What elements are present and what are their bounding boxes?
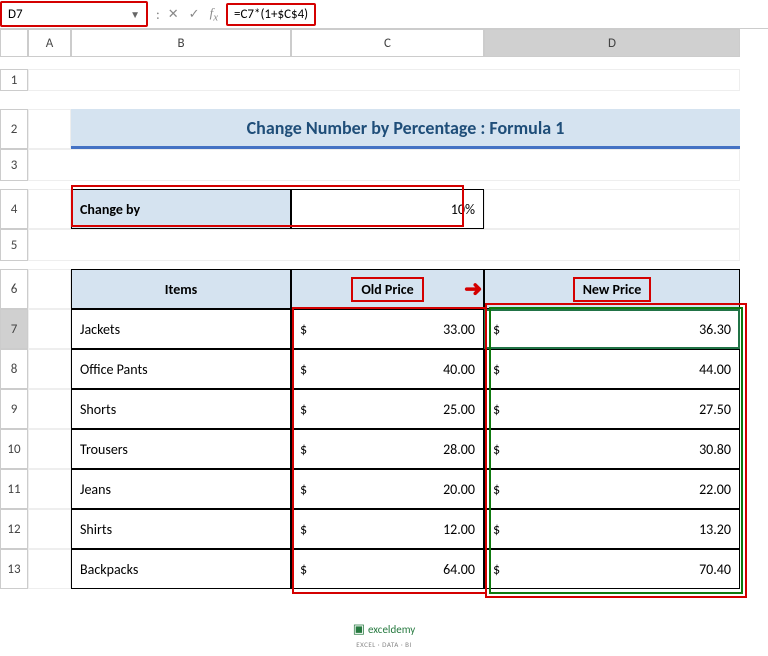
cell[interactable]	[28, 229, 740, 261]
cell[interactable]	[28, 309, 71, 349]
row-header-1[interactable]: 1	[0, 69, 28, 91]
item-cell[interactable]: Office Pants	[71, 349, 291, 389]
formula-bar-icons: ✕ ✓ fx	[168, 5, 218, 24]
row-header-6[interactable]: 6	[0, 269, 28, 309]
cell[interactable]	[28, 149, 740, 181]
item-cell[interactable]: Trousers	[71, 429, 291, 469]
confirm-icon[interactable]: ✓	[189, 7, 200, 22]
item-cell[interactable]: Jackets	[71, 309, 291, 349]
cancel-icon[interactable]: ✕	[168, 7, 179, 22]
change-by-value[interactable]: 10%	[291, 189, 484, 229]
row-header-13[interactable]: 13	[0, 549, 28, 589]
old-price-cell[interactable]: $28.00	[291, 429, 484, 469]
row-header-10[interactable]: 10	[0, 429, 28, 469]
old-price-cell[interactable]: $64.00	[291, 549, 484, 589]
old-price-cell[interactable]: $25.00	[291, 389, 484, 429]
cell[interactable]	[484, 189, 740, 229]
cell-reference: D7	[8, 7, 23, 22]
cell[interactable]	[28, 389, 71, 429]
new-price-cell[interactable]: $13.20	[484, 509, 740, 549]
row-header-8[interactable]: 8	[0, 349, 28, 389]
cell[interactable]	[28, 509, 71, 549]
item-cell[interactable]: Jeans	[71, 469, 291, 509]
new-price-cell[interactable]: $27.50	[484, 389, 740, 429]
old-price-cell[interactable]: $12.00	[291, 509, 484, 549]
spreadsheet-grid: A B C D 1 2 Change Number by Percentage …	[0, 29, 768, 589]
footer-logo: ▣ exceldemy EXCEL · DATA · BI	[0, 622, 768, 650]
col-header-b[interactable]: B	[71, 29, 291, 57]
cell[interactable]	[28, 349, 71, 389]
title-cell[interactable]: Change Number by Percentage : Formula 1	[71, 109, 740, 149]
col-header-c[interactable]: C	[291, 29, 484, 57]
row-header-12[interactable]: 12	[0, 509, 28, 549]
col-header-d[interactable]: D	[484, 29, 740, 57]
cell[interactable]	[28, 189, 71, 229]
cell[interactable]	[28, 269, 71, 309]
separator: :	[148, 6, 168, 23]
corner-cell[interactable]	[0, 29, 28, 57]
row-header-9[interactable]: 9	[0, 389, 28, 429]
cell[interactable]	[28, 109, 71, 149]
row-header-3[interactable]: 3	[0, 149, 28, 181]
new-price-cell[interactable]: $36.30	[484, 309, 740, 349]
old-price-cell[interactable]: $20.00	[291, 469, 484, 509]
row-header-7[interactable]: 7	[0, 309, 28, 349]
old-price-cell[interactable]: $40.00	[291, 349, 484, 389]
arrow-icon: ➜	[464, 275, 482, 302]
row-header-2[interactable]: 2	[0, 109, 28, 149]
formula-bar: D7 ▼ : ✕ ✓ fx =C7*(1+$C$4)	[0, 0, 768, 29]
formula-input[interactable]: =C7*(1+$C$4)	[226, 3, 316, 26]
col-header-a[interactable]: A	[28, 29, 71, 57]
row-header-4[interactable]: 4	[0, 189, 28, 229]
change-by-label[interactable]: Change by	[71, 189, 291, 229]
name-box[interactable]: D7 ▼	[0, 1, 148, 27]
row-header-5[interactable]: 5	[0, 229, 28, 261]
header-items[interactable]: Items	[71, 269, 291, 309]
header-old-price[interactable]: Old Price	[291, 269, 484, 309]
old-price-cell[interactable]: $33.00	[291, 309, 484, 349]
new-price-cell[interactable]: $44.00	[484, 349, 740, 389]
cell[interactable]	[28, 429, 71, 469]
new-price-cell[interactable]: $30.80	[484, 429, 740, 469]
header-new-price[interactable]: New Price	[484, 269, 740, 309]
item-cell[interactable]: Shirts	[71, 509, 291, 549]
fx-icon[interactable]: fx	[210, 5, 218, 24]
cell[interactable]	[28, 69, 740, 91]
chevron-down-icon[interactable]: ▼	[130, 8, 140, 21]
item-cell[interactable]: Backpacks	[71, 549, 291, 589]
new-price-cell[interactable]: $22.00	[484, 469, 740, 509]
cell[interactable]	[28, 469, 71, 509]
item-cell[interactable]: Shorts	[71, 389, 291, 429]
cell[interactable]	[28, 549, 71, 589]
new-price-cell[interactable]: $70.40	[484, 549, 740, 589]
row-header-11[interactable]: 11	[0, 469, 28, 509]
